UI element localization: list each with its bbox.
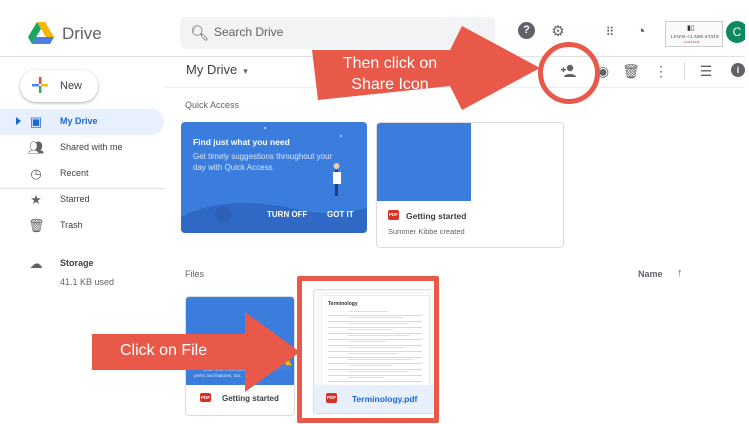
sidebar-item-trash[interactable]: 🗑︎ Trash bbox=[0, 213, 164, 239]
sidebar-item-label: Storage bbox=[60, 258, 94, 268]
sidebar-item-label: Shared with me bbox=[60, 142, 123, 152]
apps-grid-icon[interactable]: ⠿ bbox=[600, 22, 620, 42]
page-title[interactable]: My Drive ▾ bbox=[186, 62, 248, 77]
sidebar-item-starred[interactable]: ★ Starred bbox=[0, 187, 164, 213]
my-drive-icon: ▣ bbox=[29, 114, 43, 129]
org-logo-mark-icon: ▮▯ bbox=[687, 24, 695, 32]
quick-access-label: Quick Access bbox=[185, 100, 240, 110]
help-icon[interactable]: ? bbox=[518, 22, 535, 39]
search-placeholder: Search Drive bbox=[214, 25, 284, 39]
window-edge bbox=[745, 0, 749, 424]
quick-access-file-card[interactable]: PDF Getting started Summer Kibbe created bbox=[376, 122, 564, 248]
app-name[interactable]: Drive bbox=[62, 24, 102, 44]
quick-access-promo-card: Find just what you need Get timely sugge… bbox=[181, 122, 367, 233]
header-divider bbox=[165, 87, 749, 88]
organization-logo[interactable]: ▮▯ LEWIS·CLARK STATE COLLEGE bbox=[665, 21, 723, 47]
search-icon: 🔍︎ bbox=[190, 25, 210, 42]
drive-logo-icon bbox=[274, 355, 292, 370]
sidebar-item-recent[interactable]: ◷ Recent bbox=[0, 161, 164, 187]
list-view-icon[interactable]: ☰ bbox=[697, 62, 715, 80]
sidebar-item-storage[interactable]: ☁ Storage bbox=[0, 251, 164, 277]
drive-logo-icon[interactable] bbox=[28, 22, 54, 44]
share-callout-text: Then click on Share Icon bbox=[342, 55, 438, 93]
sidebar-item-label: My Drive bbox=[60, 116, 98, 126]
trash-icon: 🗑︎ bbox=[28, 218, 45, 233]
thumbnail-text: your work. And more bbox=[204, 367, 246, 372]
promo-body: Get timely suggestions throughout your d… bbox=[193, 152, 333, 172]
new-button-label: New bbox=[60, 80, 83, 92]
turn-off-button[interactable]: TURN OFF bbox=[267, 210, 307, 219]
file-thumbnail: your work. And more perks and features, … bbox=[186, 297, 294, 385]
notifications-icon[interactable]: ◔ bbox=[631, 22, 651, 42]
new-button[interactable]: New bbox=[20, 70, 98, 102]
top-bar: Drive 🔍︎ Search Drive ? ⚙ ⠿ ◔ ▮▯ LEWIS·C… bbox=[0, 0, 749, 57]
pdf-icon: PDF bbox=[200, 393, 211, 402]
trash-icon[interactable]: 🗑︎ bbox=[622, 62, 640, 80]
expand-arrow-icon[interactable] bbox=[16, 117, 21, 125]
settings-gear-icon[interactable]: ⚙ bbox=[548, 22, 568, 42]
thumbnail-text: perks and features, too. bbox=[194, 373, 242, 378]
sidebar-item-label: Starred bbox=[60, 194, 90, 204]
sort-by-name[interactable]: Name bbox=[638, 269, 663, 279]
files-label: Files bbox=[185, 269, 205, 279]
sort-arrow-up-icon[interactable]: ↑ bbox=[677, 267, 683, 279]
people-icon: 👥︎ bbox=[28, 140, 45, 155]
file-activity: Summer Kibbe created bbox=[388, 227, 465, 236]
file-thumbnail bbox=[377, 123, 471, 201]
file-name: Getting started bbox=[222, 394, 279, 403]
org-logo-name: LEWIS·CLARK STATE bbox=[671, 34, 720, 39]
sidebar-item-label: Trash bbox=[60, 220, 83, 230]
info-icon[interactable]: i bbox=[731, 63, 745, 77]
search-bar[interactable]: 🔍︎ Search Drive bbox=[180, 17, 495, 49]
clock-icon: ◷ bbox=[30, 166, 42, 181]
promo-heading: Find just what you need bbox=[193, 137, 290, 147]
sidebar-item-label: Recent bbox=[60, 168, 89, 178]
file-name: Getting started bbox=[406, 211, 467, 221]
share-highlight-ring bbox=[538, 42, 600, 104]
file-callout-text: Click on File bbox=[120, 342, 208, 359]
file-highlight-box bbox=[297, 276, 439, 423]
got-it-button[interactable]: GOT IT bbox=[327, 210, 354, 219]
plus-icon bbox=[32, 77, 48, 93]
cloud-icon: ☁ bbox=[29, 256, 43, 271]
storage-used-text: 41.1 KB used bbox=[60, 277, 115, 287]
sidebar: New ▣ My Drive 👥︎ Shared with me ◷ Recen… bbox=[0, 57, 165, 424]
star-icon: ★ bbox=[30, 192, 42, 207]
org-logo-subtitle: COLLEGE bbox=[684, 40, 700, 44]
page-title-text: My Drive bbox=[186, 62, 238, 77]
sidebar-divider bbox=[0, 188, 164, 189]
toolbar-divider bbox=[684, 62, 685, 80]
more-vert-icon[interactable]: ⋮ bbox=[652, 62, 670, 80]
chevron-down-icon: ▾ bbox=[243, 66, 248, 76]
sidebar-item-shared-with-me[interactable]: 👥︎ Shared with me bbox=[0, 135, 164, 161]
sidebar-item-my-drive[interactable]: ▣ My Drive bbox=[0, 109, 164, 135]
pdf-icon: PDF bbox=[388, 210, 399, 220]
